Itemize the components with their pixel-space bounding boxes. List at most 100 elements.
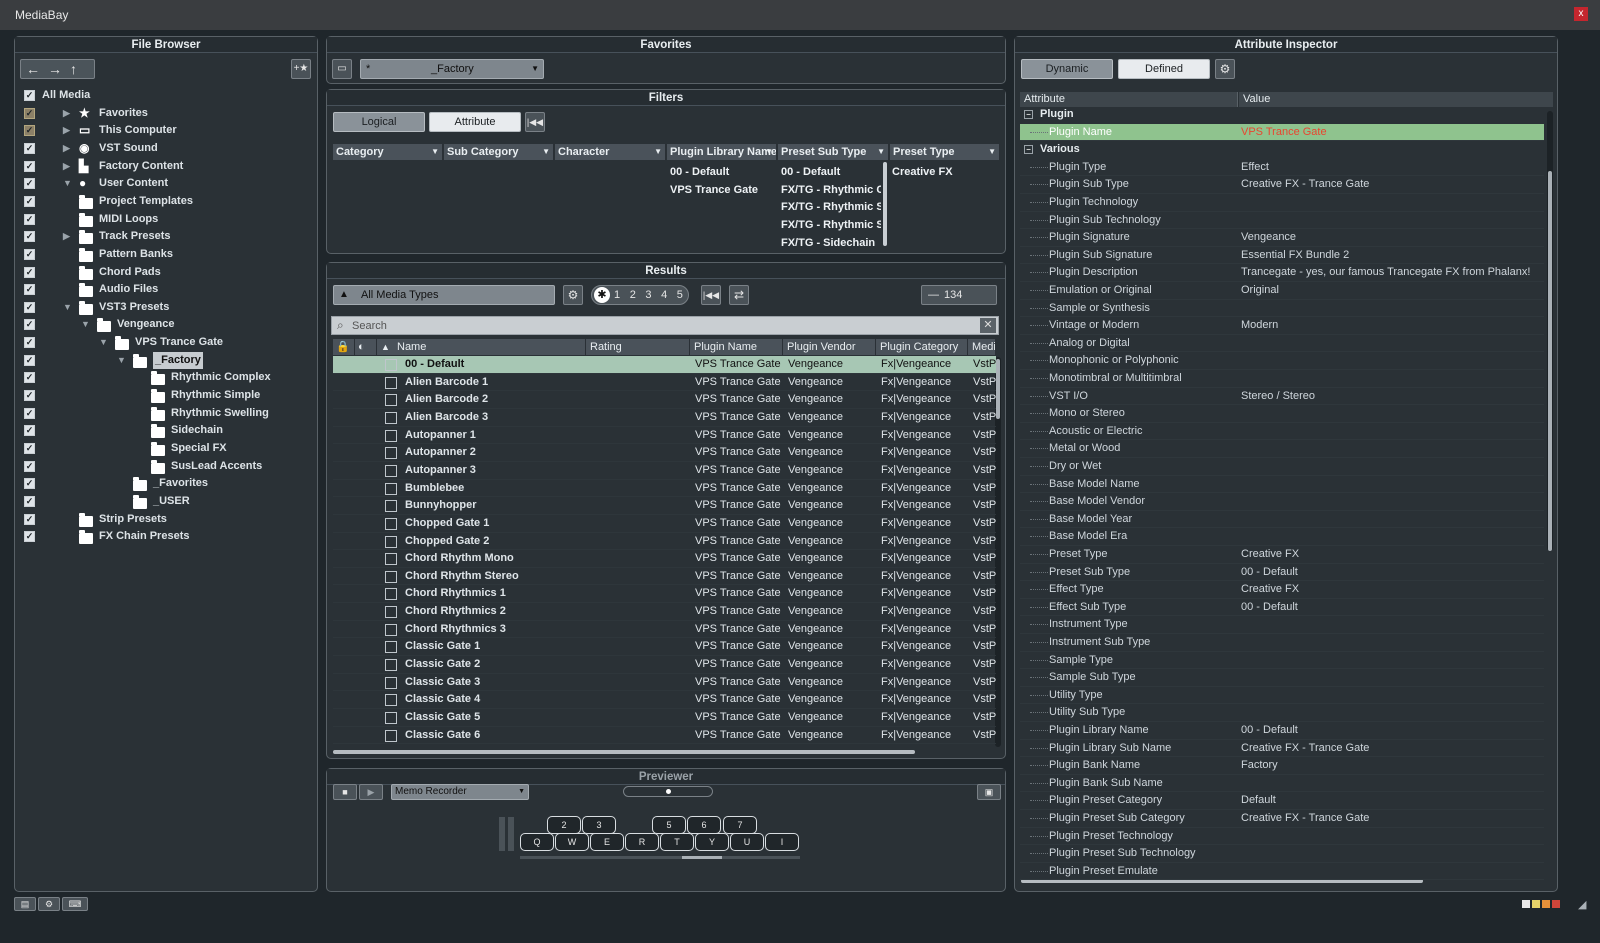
tree-checkbox[interactable]: ✓ bbox=[24, 495, 35, 507]
table-row[interactable]: Classic Gate 2 VPS Trance Gate Vengeance Fx… bbox=[333, 656, 996, 674]
key-button[interactable]: 5 bbox=[652, 816, 686, 834]
tree-checkbox[interactable]: ✓ bbox=[24, 390, 35, 402]
key-button[interactable]: R bbox=[625, 833, 659, 851]
attribute-value[interactable]: 00 - Default bbox=[1241, 722, 1298, 740]
key-button[interactable]: 6 bbox=[687, 816, 721, 834]
pitch-bend-bar[interactable] bbox=[499, 817, 505, 851]
tree-checkbox[interactable]: ✓ bbox=[24, 407, 35, 419]
tree-checkbox[interactable]: ✓ bbox=[24, 354, 35, 366]
back-arrow-icon[interactable]: ← bbox=[26, 60, 40, 78]
attribute-row[interactable]: Instrument Type bbox=[1020, 616, 1544, 634]
results-column-header[interactable]: Plugin Name bbox=[690, 339, 783, 355]
table-row[interactable]: Alien Barcode 1 VPS Trance Gate Vengeance F… bbox=[333, 374, 996, 392]
attribute-row[interactable]: Plugin Sub Technology bbox=[1020, 212, 1544, 230]
attribute-row[interactable]: Sample or Synthesis bbox=[1020, 300, 1544, 318]
tree-checkbox[interactable]: ✓ bbox=[24, 107, 35, 119]
table-row[interactable]: Chord Rhythm Stereo VPS Trance Gate Vengea… bbox=[333, 568, 996, 586]
attribute-row[interactable]: Base Model Vendor bbox=[1020, 493, 1544, 511]
results-scrollbar-h[interactable] bbox=[333, 750, 915, 754]
filter-value[interactable]: Creative FX bbox=[892, 166, 997, 178]
results-column-header[interactable]: Plugin Category bbox=[876, 339, 968, 355]
tree-item[interactable]: ✓ Sidechain bbox=[15, 422, 315, 440]
key-button[interactable]: U bbox=[730, 833, 764, 851]
results-column-header[interactable]: Rating bbox=[586, 339, 690, 355]
shuffle-icon[interactable]: ⇄ bbox=[729, 285, 749, 305]
settings-icon[interactable]: ⚙ bbox=[38, 897, 60, 911]
tab-defined[interactable]: Defined bbox=[1118, 59, 1210, 79]
chevron-down-icon[interactable]: ▼ bbox=[81, 316, 90, 333]
collapse-icon[interactable]: − bbox=[1024, 145, 1033, 155]
chevron-right-icon[interactable]: ▶ bbox=[63, 228, 70, 245]
attribute-row[interactable]: Plugin Preset Sub Category Creative FX - … bbox=[1020, 810, 1544, 828]
tree-checkbox[interactable]: ✓ bbox=[24, 460, 35, 472]
tree-checkbox[interactable]: ✓ bbox=[24, 337, 35, 349]
filter-value[interactable]: FX/TG - Rhythmic Si bbox=[781, 201, 881, 213]
rating-number[interactable]: 2 bbox=[630, 286, 636, 304]
add-favorite-icon[interactable]: +★ bbox=[291, 59, 311, 79]
key-button[interactable]: E bbox=[590, 833, 624, 851]
attribute-row[interactable]: Plugin Preset Sub Technology bbox=[1020, 845, 1544, 863]
tree-item[interactable]: ✓ Chord Pads bbox=[15, 264, 315, 282]
attribute-row[interactable]: Utility Sub Type bbox=[1020, 704, 1544, 722]
tree-checkbox[interactable]: ✓ bbox=[24, 513, 35, 525]
tree-item[interactable]: ✓ Rhythmic Complex bbox=[15, 369, 315, 387]
tree-item[interactable]: ✓ ▶ ★ Favorites bbox=[15, 105, 315, 123]
chevron-down-icon[interactable]: ▼ bbox=[63, 299, 72, 316]
attribute-value[interactable]: Creative FX - Trance Gate bbox=[1241, 810, 1369, 828]
attribute-value[interactable]: Default bbox=[1241, 792, 1276, 810]
group-various[interactable]: − Various bbox=[1020, 141, 1544, 158]
attribute-row[interactable]: Base Model Name bbox=[1020, 476, 1544, 494]
color-swatch-orange[interactable] bbox=[1542, 900, 1550, 908]
key-button[interactable]: I bbox=[765, 833, 799, 851]
tree-checkbox[interactable]: ✓ bbox=[24, 90, 35, 101]
attribute-row[interactable]: Plugin Sub Type Creative FX - Trance Gate bbox=[1020, 176, 1544, 194]
table-row[interactable]: Classic Gate 3 VPS Trance Gate Vengeance Fx… bbox=[333, 674, 996, 692]
forward-arrow-icon[interactable]: → bbox=[48, 60, 62, 78]
filter-column-header[interactable]: Sub Category ▼ bbox=[444, 144, 554, 160]
table-row[interactable]: Bunnyhopper VPS Trance Gate Vengeance Fx|Ve… bbox=[333, 497, 996, 515]
octave-indicator[interactable] bbox=[682, 856, 722, 859]
color-swatch-red[interactable] bbox=[1552, 900, 1560, 908]
tree-checkbox[interactable]: ✓ bbox=[24, 319, 35, 331]
table-row[interactable]: Chord Rhythmics 2 VPS Trance Gate Vengeanc… bbox=[333, 603, 996, 621]
key-button[interactable]: Q bbox=[520, 833, 554, 851]
key-button[interactable]: W bbox=[555, 833, 589, 851]
attribute-value[interactable]: Creative FX - Trance Gate bbox=[1241, 740, 1369, 758]
attribute-row[interactable]: Plugin Signature Vengeance bbox=[1020, 229, 1544, 247]
attribute-row[interactable]: Plugin Preset Category Default bbox=[1020, 792, 1544, 810]
key-button[interactable]: Y bbox=[695, 833, 729, 851]
table-row[interactable]: Classic Gate 4 VPS Trance Gate Vengeance Fx… bbox=[333, 691, 996, 710]
attribute-row[interactable]: Preset Type Creative FX bbox=[1020, 546, 1544, 564]
table-row[interactable]: Alien Barcode 3 VPS Trance Gate Vengeance F… bbox=[333, 409, 996, 427]
attribute-value[interactable]: Stereo / Stereo bbox=[1241, 388, 1315, 406]
attribute-row[interactable]: Plugin Preset Emulate bbox=[1020, 863, 1544, 881]
attribute-value[interactable]: Creative FX bbox=[1241, 581, 1299, 599]
attribute-row[interactable]: Monotimbral or Multitimbral bbox=[1020, 370, 1544, 388]
attribute-row[interactable]: Plugin Library Name 00 - Default bbox=[1020, 722, 1544, 740]
tree-checkbox[interactable]: ✓ bbox=[24, 478, 35, 490]
table-row[interactable]: Classic Gate 6 VPS Trance Gate Vengeance Fx… bbox=[333, 727, 996, 745]
chevron-down-icon[interactable]: ▼ bbox=[117, 352, 126, 369]
attribute-row[interactable]: Plugin Sub Signature Essential FX Bundle … bbox=[1020, 247, 1544, 265]
tree-checkbox[interactable]: ✓ bbox=[24, 531, 35, 543]
keyboard-toggle-icon[interactable]: ▣ bbox=[977, 784, 1001, 800]
tree-checkbox[interactable]: ✓ bbox=[24, 425, 35, 437]
filter-value[interactable]: 00 - Default bbox=[670, 166, 775, 178]
inspector-scrollbar-v[interactable] bbox=[1547, 111, 1553, 551]
chevron-right-icon[interactable]: ▶ bbox=[63, 158, 70, 175]
attribute-row[interactable]: Analog or Digital bbox=[1020, 335, 1544, 353]
tree-item[interactable]: ✓ Strip Presets bbox=[15, 511, 315, 529]
tree-item[interactable]: ✓ Rhythmic Simple bbox=[15, 387, 315, 405]
tree-item[interactable]: ✓ SusLead Accents bbox=[15, 458, 315, 476]
attribute-row[interactable]: Monophonic or Polyphonic bbox=[1020, 352, 1544, 370]
results-column-header[interactable]: Media bbox=[968, 339, 996, 355]
chevron-right-icon[interactable]: ▶ bbox=[63, 140, 70, 157]
tree-item[interactable]: ✓ ▼ _Factory bbox=[15, 351, 315, 370]
tree-item[interactable]: ✓ ▼ VPS Trance Gate bbox=[15, 334, 315, 352]
tree-item[interactable]: ✓ _Favorites bbox=[15, 475, 315, 493]
favorites-select[interactable]: * _Factory ▼ bbox=[360, 59, 544, 79]
attribute-row[interactable]: Preset Sub Type 00 - Default bbox=[1020, 564, 1544, 582]
attribute-value[interactable]: Effect bbox=[1241, 159, 1269, 177]
rating-number[interactable]: 3 bbox=[645, 286, 651, 304]
tree-item[interactable]: ✓ Pattern Banks bbox=[15, 246, 315, 264]
